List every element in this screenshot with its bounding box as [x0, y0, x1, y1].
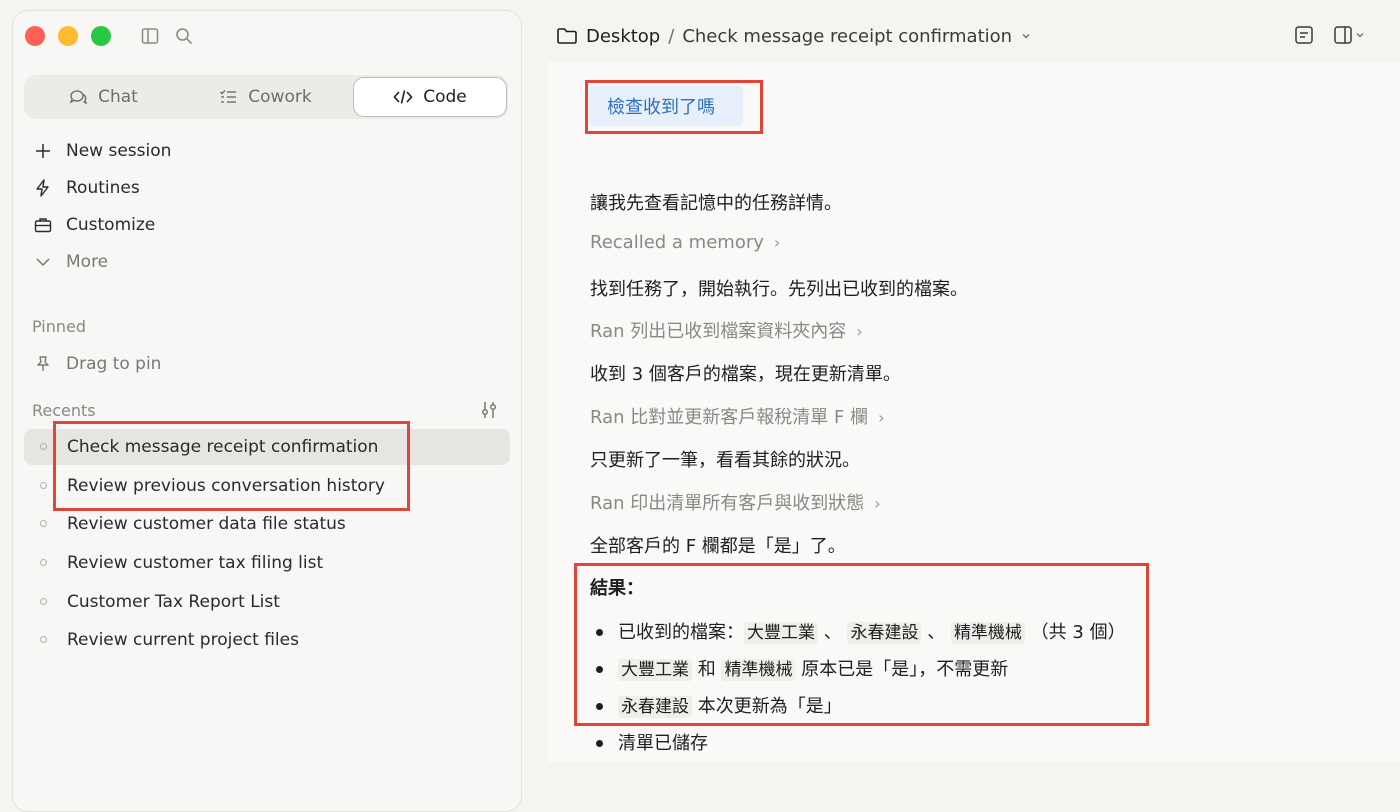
assistant-text: 收到 3 個客戶的檔案，現在更新清單。 [590, 364, 901, 385]
filter-settings-icon[interactable] [479, 400, 499, 420]
recent-item-label: Review current project files [67, 630, 299, 651]
status-dot [40, 520, 47, 528]
chevron-right-icon: › [773, 233, 781, 252]
more-label: More [66, 252, 109, 272]
code-icon [393, 90, 413, 104]
inline-code: 永春建設 [847, 622, 922, 644]
user-message: 檢查收到了嗎 [589, 86, 743, 126]
status-dot [40, 481, 47, 489]
tool-call-row[interactable]: Ran 列出已收到檔案資料夾內容 › [590, 317, 863, 343]
assistant-text: 讓我先查看記憶中的任務詳情。 [590, 193, 842, 214]
breadcrumb-separator: / [668, 25, 675, 47]
recent-item[interactable]: Review customer tax filing list [24, 545, 510, 581]
tool-call-label: Ran 比對並更新客戶報稅清單 F 欄 [590, 407, 869, 428]
recents-list: Check message receipt confirmation Revie… [24, 429, 510, 661]
tab-chat-label: Chat [98, 87, 138, 107]
tool-call-label: Ran 列出已收到檔案資料夾內容 [590, 321, 847, 342]
bullet-text: 已收到的檔案： [618, 622, 744, 643]
panel-toggle-icon[interactable] [1332, 24, 1368, 46]
status-dot [40, 636, 47, 644]
recent-item-label: Review customer tax filing list [67, 553, 324, 574]
checklist-icon [220, 90, 237, 103]
list-separator: 、 [823, 622, 842, 643]
recent-item-label: Customer Tax Report List [67, 591, 280, 612]
zoom-window-button[interactable] [91, 26, 111, 46]
breadcrumb: Desktop / Check message receipt confirma… [556, 22, 1032, 50]
status-dot [40, 443, 47, 450]
routines-label: Routines [66, 178, 140, 198]
sidebar: Chat Cowork Code New session Routines Cu… [12, 10, 522, 812]
result-bullet: 永春建設 本次更新為「是」 [596, 692, 842, 718]
breadcrumb-root[interactable]: Desktop [586, 26, 660, 47]
folder-icon [557, 28, 577, 44]
inline-code: 精準機械 [721, 659, 796, 681]
list-separator: 、 [927, 622, 946, 643]
recent-item[interactable]: Review current project files [24, 622, 510, 658]
sidebar-toggle-icon[interactable] [140, 26, 160, 46]
chevron-down-icon[interactable] [1020, 30, 1032, 42]
tab-chat[interactable]: Chat [24, 75, 182, 119]
bullet-text: 清單已儲存 [618, 733, 708, 754]
drag-to-pin-label: Drag to pin [66, 354, 162, 374]
plus-icon [36, 144, 50, 158]
tab-code-label: Code [423, 87, 467, 107]
new-session-button[interactable]: New session [33, 136, 171, 166]
recent-item-label: Review previous conversation history [67, 475, 385, 496]
close-window-button[interactable] [25, 26, 45, 46]
tab-cowork[interactable]: Cowork [186, 75, 344, 119]
inline-code: 大豐工業 [744, 622, 818, 644]
bolt-icon [36, 179, 49, 197]
routines-button[interactable]: Routines [33, 173, 140, 203]
assistant-text: 全部客戶的 F 欄都是「是」了。 [590, 536, 846, 557]
more-button[interactable]: More [33, 247, 108, 277]
chevron-right-icon: › [856, 322, 863, 341]
notes-icon[interactable] [1293, 24, 1315, 46]
minimize-window-button[interactable] [58, 26, 78, 46]
inline-code: 大豐工業 [618, 659, 692, 681]
recent-item[interactable]: Review customer data file status [24, 506, 510, 542]
inline-code: 永春建設 [618, 696, 692, 718]
bullet-text: 原本已是「是」，不需更新 [801, 659, 1009, 680]
status-dot [40, 597, 47, 605]
recent-item[interactable]: Review previous conversation history [24, 468, 510, 504]
session-title[interactable]: Check message receipt confirmation [682, 26, 1012, 47]
result-bullet: 清單已儲存 [596, 729, 708, 755]
pinned-heading: Pinned [32, 317, 87, 336]
tool-call-label: Recalled a memory [590, 232, 764, 253]
recent-item[interactable]: Customer Tax Report List [24, 584, 510, 620]
bullet-text: （共 3 個） [1030, 622, 1126, 643]
customize-label: Customize [66, 215, 156, 235]
tab-cowork-label: Cowork [248, 87, 312, 107]
tool-call-label: Ran 印出清單所有客戶與收到狀態 [590, 493, 865, 514]
tab-code[interactable]: Code [353, 77, 507, 117]
chevron-right-icon: › [874, 494, 881, 513]
chevron-down-icon [36, 258, 50, 267]
recent-item-label: Review customer data file status [67, 514, 346, 535]
briefcase-icon [34, 218, 52, 233]
result-heading: 結果： [590, 578, 644, 599]
bullet-text: 本次更新為「是」 [697, 696, 842, 717]
tool-call-row[interactable]: Recalled a memory › [590, 232, 780, 253]
assistant-text: 找到任務了，開始執行。先列出已收到的檔案。 [590, 279, 968, 300]
assistant-text: 只更新了一筆，看看其餘的狀況。 [590, 450, 860, 471]
recents-heading: Recents [32, 401, 96, 420]
result-bullet: 已收到的檔案： 大豐工業 、 永春建設 、 精準機械 （共 3 個） [596, 618, 1126, 644]
recent-item[interactable]: Check message receipt confirmation [24, 429, 510, 465]
recent-item-label: Check message receipt confirmation [67, 437, 379, 457]
tool-call-row[interactable]: Ran 比對並更新客戶報稅清單 F 欄 › [590, 403, 884, 429]
mode-tabs: Chat Cowork Code [24, 75, 508, 119]
pin-icon [37, 356, 49, 371]
inline-code: 精準機械 [950, 622, 1025, 644]
chevron-right-icon: › [878, 408, 885, 427]
drag-to-pin-area[interactable]: Drag to pin [33, 349, 161, 379]
chat-icon [69, 90, 88, 105]
tool-call-row[interactable]: Ran 印出清單所有客戶與收到狀態 › [590, 489, 881, 515]
customize-button[interactable]: Customize [33, 210, 155, 240]
new-session-label: New session [66, 141, 172, 161]
result-bullet: 大豐工業 和 精準機械 原本已是「是」，不需更新 [595, 655, 1009, 681]
bullet-text: 和 [697, 659, 716, 680]
conversation-area: 檢查收到了嗎 讓我先查看記憶中的任務詳情。 Recalled a memory ›… [548, 62, 1400, 762]
status-dot [40, 559, 47, 567]
search-icon[interactable] [174, 26, 194, 46]
